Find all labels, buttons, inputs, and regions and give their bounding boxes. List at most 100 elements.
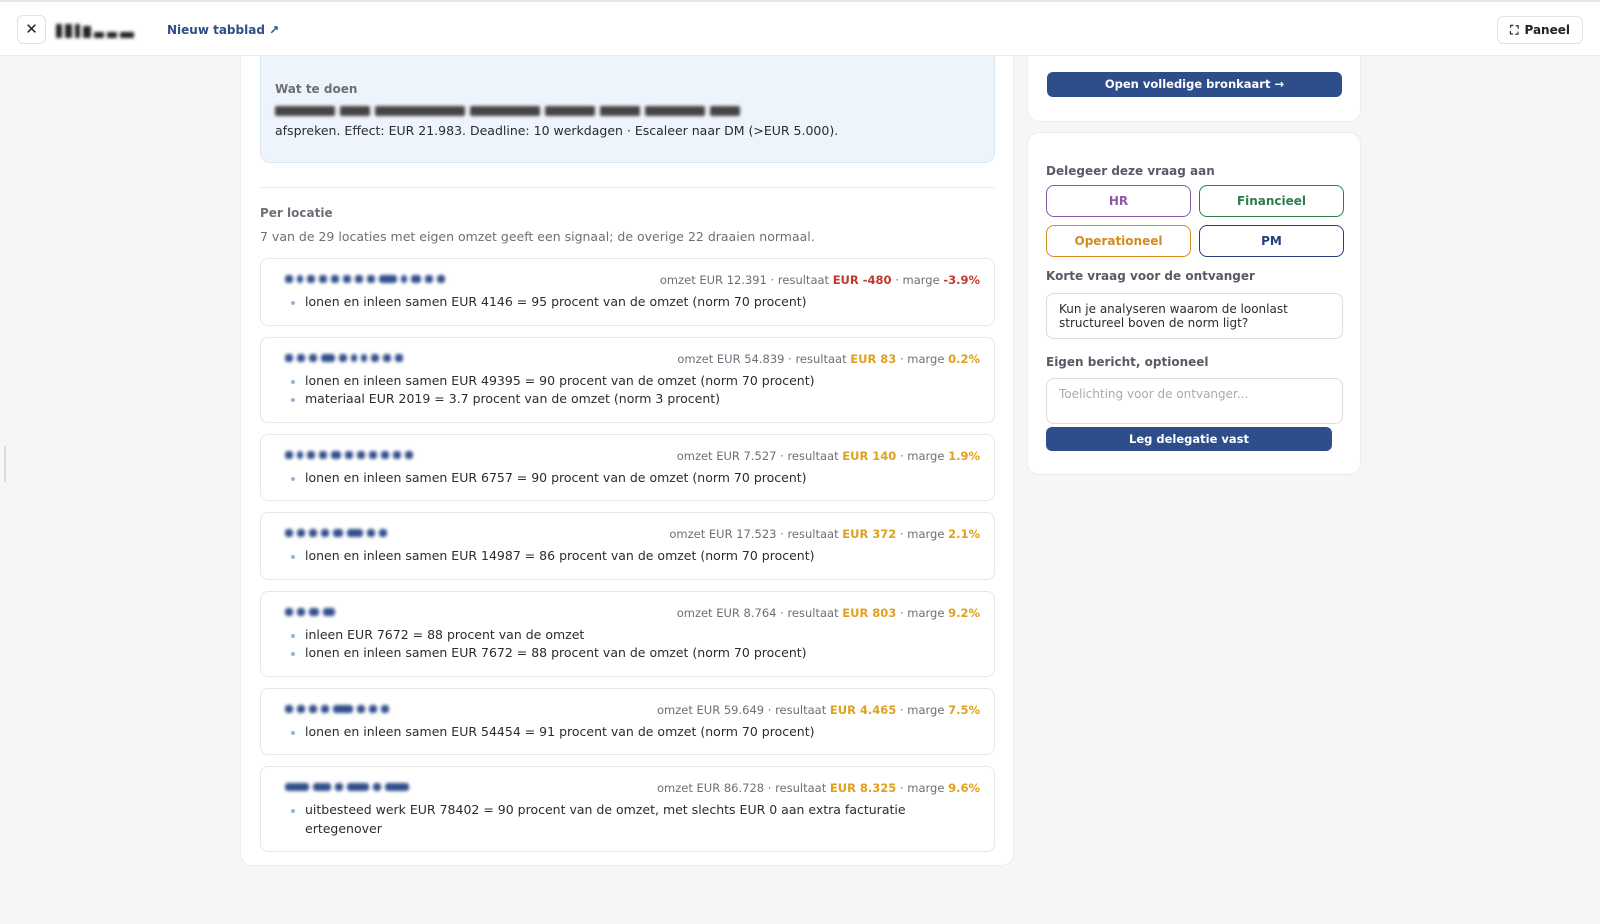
location-card[interactable]: omzet EUR 12.391 · resultaat EUR -480 · …: [260, 258, 995, 326]
marge-label: marge: [907, 448, 945, 463]
location-stats: omzet EUR 54.839 · resultaat EUR 83 · ma…: [677, 352, 980, 366]
location-card[interactable]: omzet EUR 54.839 · resultaat EUR 83 · ma…: [260, 336, 995, 423]
signal-item: lonen en inleen samen EUR 6757 = 90 proc…: [275, 469, 980, 488]
omzet-value: EUR 7.527: [716, 448, 777, 463]
location-name-redacted: [285, 607, 335, 617]
marge-label: marge: [907, 781, 945, 795]
resultaat-value: EUR 372: [842, 527, 897, 541]
save-delegation-button[interactable]: Leg delegatie vast: [1046, 427, 1332, 451]
location-signals: inleen EUR 7672 = 88 procent van de omze…: [275, 626, 980, 663]
panel-button[interactable]: ⛶ Paneel: [1497, 16, 1583, 44]
marge-value: 9.2%: [948, 605, 980, 620]
separator: ·: [895, 273, 899, 287]
omzet-value: EUR 59.649: [696, 702, 765, 717]
location-stats: omzet EUR 7.527 · resultaat EUR 140 · ma…: [677, 449, 980, 463]
location-card-header: omzet EUR 17.523 · resultaat EUR 372 · m…: [275, 525, 980, 543]
open-source-card-button[interactable]: Open volledige bronkaart →: [1047, 72, 1342, 97]
location-stats: omzet EUR 59.649 · resultaat EUR 4.465 ·…: [657, 703, 980, 717]
resultaat-label: resultaat: [777, 273, 830, 287]
todo-text: afspreken. Effect: EUR 21.983. Deadline:…: [275, 123, 839, 138]
resultaat-value: EUR 803: [842, 605, 897, 620]
separator: ·: [899, 527, 904, 541]
omzet-value: EUR 8.764: [716, 605, 777, 620]
marge-value: -3.9%: [943, 273, 980, 287]
omzet-value: EUR 12.391: [699, 273, 767, 287]
omzet-label: omzet: [676, 605, 713, 620]
location-card-header: omzet EUR 54.839 · resultaat EUR 83 · ma…: [275, 350, 980, 368]
per-location-subtitle: 7 van de 29 locaties met eigen omzet gee…: [260, 229, 815, 244]
location-name-redacted: [285, 528, 387, 538]
signal-item: lonen en inleen samen EUR 49395 = 90 pro…: [275, 372, 980, 391]
omzet-label: omzet: [677, 351, 714, 366]
signal-item: materiaal EUR 2019 = 3.7 procent van de …: [275, 390, 980, 409]
resultaat-value: EUR 4.465: [829, 702, 897, 717]
separator: ·: [780, 605, 784, 620]
marge-value: 2.1%: [948, 527, 980, 541]
resultaat-value: EUR -480: [832, 273, 892, 287]
location-signals: lonen en inleen samen EUR 54454 = 91 pro…: [275, 723, 980, 742]
side-resize-handle[interactable]: [4, 446, 6, 482]
delegate-pm-button[interactable]: PM: [1199, 225, 1344, 257]
separator: ·: [899, 781, 904, 795]
location-signals: lonen en inleen samen EUR 14987 = 86 pro…: [275, 547, 980, 566]
location-card[interactable]: omzet EUR 7.527 · resultaat EUR 140 · ma…: [260, 433, 995, 501]
delegate-operationeel-button[interactable]: Operationeel: [1046, 225, 1191, 257]
delegate-financieel-button[interactable]: Financieel: [1199, 185, 1344, 217]
omzet-value: EUR 17.523: [708, 527, 777, 541]
question-field[interactable]: Kun je analyseren waarom de loonlast str…: [1046, 293, 1343, 339]
location-signals: uitbesteed werk EUR 78402 = 90 procent v…: [275, 801, 980, 838]
signal-item: uitbesteed werk EUR 78402 = 90 procent v…: [275, 801, 980, 838]
location-card[interactable]: omzet EUR 86.728 · resultaat EUR 8.325 ·…: [260, 766, 995, 852]
marge-label: marge: [907, 605, 945, 620]
location-stats: omzet EUR 86.728 · resultaat EUR 8.325 ·…: [657, 781, 980, 795]
location-card-header: omzet EUR 8.764 · resultaat EUR 803 · ma…: [275, 604, 980, 622]
marge-label: marge: [907, 351, 945, 366]
resultaat-value: EUR 140: [842, 448, 897, 463]
separator: ·: [899, 351, 904, 366]
signal-item: lonen en inleen samen EUR 14987 = 86 pro…: [275, 547, 980, 566]
separator: ·: [770, 273, 775, 287]
location-card[interactable]: omzet EUR 17.523 · resultaat EUR 372 · m…: [260, 512, 995, 580]
separator: ·: [788, 351, 792, 366]
location-card[interactable]: omzet EUR 8.764 · resultaat EUR 803 · ma…: [260, 590, 995, 677]
delegate-heading: Delegeer deze vraag aan: [1046, 164, 1215, 178]
expand-icon: ⛶: [1510, 23, 1519, 37]
close-button[interactable]: ✕: [17, 15, 46, 44]
message-field[interactable]: [1046, 378, 1343, 424]
separator: ·: [780, 527, 784, 541]
signal-item: lonen en inleen samen EUR 4146 = 95 proc…: [275, 293, 980, 312]
todo-text-redacted: [275, 105, 795, 117]
resultaat-value: EUR 8.325: [829, 781, 897, 795]
marge-label: marge: [907, 527, 945, 541]
separator: ·: [767, 702, 772, 717]
resultaat-value: EUR 83: [850, 351, 897, 366]
marge-value: 1.9%: [948, 448, 980, 463]
location-card-header: omzet EUR 7.527 · resultaat EUR 140 · ma…: [275, 447, 980, 465]
question-label: Korte vraag voor de ontvanger: [1046, 269, 1255, 283]
omzet-value: EUR 54.839: [716, 351, 785, 366]
separator: ·: [899, 605, 904, 620]
separator: ·: [780, 448, 784, 463]
delegate-hr-button[interactable]: HR: [1046, 185, 1191, 217]
omzet-label: omzet: [676, 448, 713, 463]
marge-label: marge: [902, 273, 940, 287]
location-stats: omzet EUR 8.764 · resultaat EUR 803 · ma…: [677, 606, 980, 620]
main-content-card: Wat te doen afspreken. Effect: EUR 21.98…: [240, 56, 1014, 866]
location-card-header: omzet EUR 59.649 · resultaat EUR 4.465 ·…: [275, 701, 980, 719]
marge-value: 0.2%: [948, 351, 980, 366]
location-list: omzet EUR 12.391 · resultaat EUR -480 · …: [260, 258, 995, 863]
location-card[interactable]: omzet EUR 59.649 · resultaat EUR 4.465 ·…: [260, 687, 995, 755]
marge-value: 7.5%: [948, 702, 980, 717]
signal-item: lonen en inleen samen EUR 7672 = 88 proc…: [275, 644, 980, 663]
separator: ·: [767, 781, 772, 795]
new-tab-link[interactable]: Nieuw tabblad ↗: [167, 23, 279, 37]
separator: ·: [899, 702, 904, 717]
resultaat-label: resultaat: [787, 448, 839, 463]
location-name-redacted: [285, 704, 389, 714]
todo-heading: Wat te doen: [275, 82, 358, 96]
top-bar: ✕ Nieuw tabblad ↗ ⛶ Paneel: [0, 0, 1600, 56]
todo-box: Wat te doen afspreken. Effect: EUR 21.98…: [260, 56, 995, 163]
omzet-label: omzet: [659, 273, 696, 287]
location-signals: lonen en inleen samen EUR 4146 = 95 proc…: [275, 293, 980, 312]
marge-value: 9.6%: [948, 781, 980, 795]
